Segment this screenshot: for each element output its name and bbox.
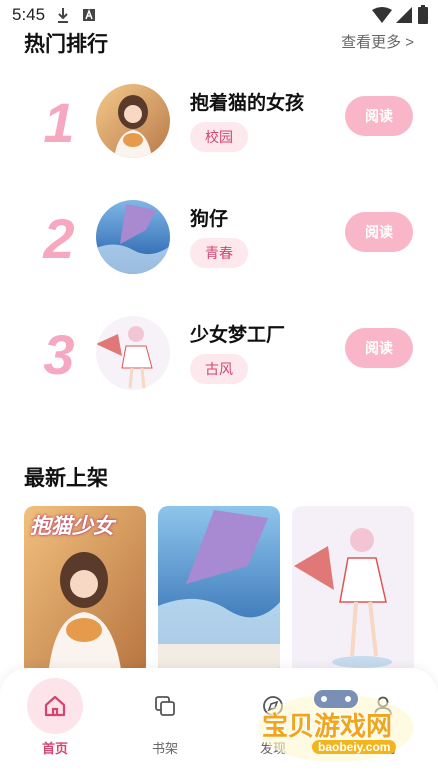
tab-label: 首页 bbox=[41, 741, 68, 756]
new-book-card[interactable]: 抱猫少女 bbox=[24, 506, 146, 676]
bookshelf-icon bbox=[137, 678, 193, 734]
tab-label: 书架 bbox=[151, 741, 178, 756]
signal-icon bbox=[396, 7, 412, 23]
rank-number: 1 bbox=[43, 91, 75, 154]
watermark-text: 宝贝游戏网 bbox=[262, 712, 393, 742]
genre-tag: 校园 bbox=[190, 122, 248, 152]
read-button[interactable]: 阅读 bbox=[345, 328, 413, 368]
tab-bookshelf[interactable]: 书架 bbox=[125, 678, 205, 757]
view-more-link[interactable]: 查看更多 > bbox=[341, 31, 414, 52]
genre-tag: 青春 bbox=[190, 238, 248, 268]
book-title[interactable]: 少女梦工厂 bbox=[190, 320, 285, 347]
status-time: 5:45 bbox=[12, 5, 46, 24]
rank-item[interactable]: 1 抱着猫的女孩 校园 阅读 bbox=[0, 84, 438, 190]
new-book-card[interactable] bbox=[292, 506, 414, 676]
watermark-url: baobeiy.com bbox=[312, 740, 397, 754]
book-cover-image[interactable] bbox=[96, 84, 170, 158]
rank-number: 2 bbox=[43, 207, 75, 270]
new-book-card[interactable] bbox=[158, 506, 280, 676]
book-cover-image[interactable] bbox=[96, 200, 170, 274]
watermark: 宝贝游戏网 baobeiy.com bbox=[256, 686, 416, 766]
read-button[interactable]: 阅读 bbox=[345, 96, 413, 136]
rank-number: 3 bbox=[43, 323, 75, 386]
home-icon bbox=[27, 678, 83, 734]
latest-title: 最新上架 bbox=[24, 467, 108, 490]
battery-icon bbox=[418, 5, 428, 24]
app-notification-icon bbox=[83, 8, 95, 21]
genre-tag: 古风 bbox=[190, 354, 248, 384]
book-title[interactable]: 抱着猫的女孩 bbox=[190, 88, 304, 115]
tab-home[interactable]: 首页 bbox=[15, 678, 95, 757]
read-button[interactable]: 阅读 bbox=[345, 212, 413, 252]
cover-text: 抱猫少女 bbox=[30, 515, 114, 538]
rank-item[interactable]: 2 狗仔 青春 阅读 bbox=[0, 200, 438, 306]
status-bar: 5:45 bbox=[0, 0, 438, 30]
download-icon bbox=[58, 8, 68, 23]
hot-ranking-title: 热门排行 bbox=[24, 33, 108, 56]
book-cover-image[interactable] bbox=[96, 316, 170, 390]
book-title[interactable]: 狗仔 bbox=[190, 204, 228, 231]
rank-item[interactable]: 3 少女梦工厂 古风 阅读 bbox=[0, 316, 438, 422]
wifi-icon bbox=[372, 7, 392, 23]
